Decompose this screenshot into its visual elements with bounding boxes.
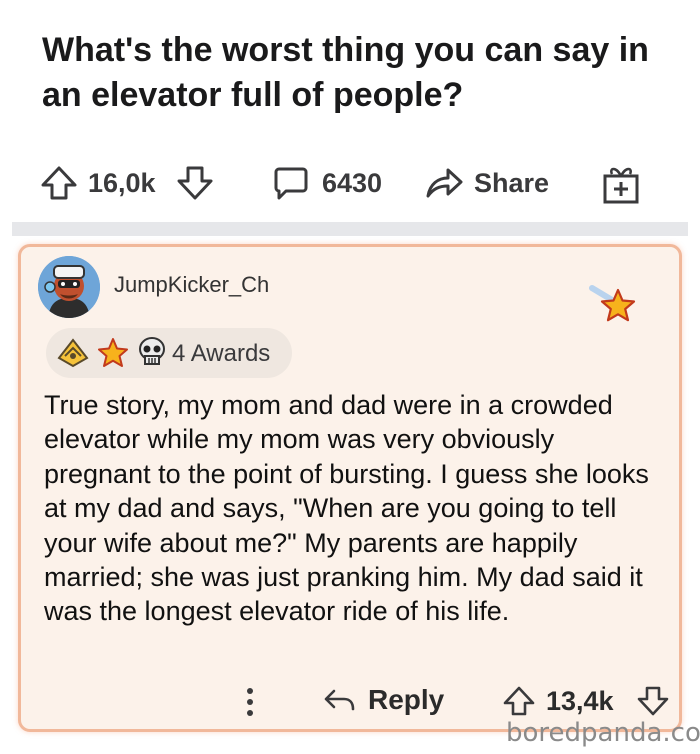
gift-icon xyxy=(603,167,639,204)
upvote-icon xyxy=(503,686,535,716)
upvote-icon xyxy=(41,166,77,200)
more-icon[interactable] xyxy=(244,686,256,718)
post-share-button[interactable]: Share xyxy=(424,164,549,202)
user-avatar[interactable] xyxy=(38,256,100,318)
post-upvote-button[interactable]: 16,0k xyxy=(40,164,156,202)
reply-label: Reply xyxy=(368,684,445,715)
post-title: What's the worst thing you can say in an… xyxy=(42,31,649,114)
comment-vote-count: 13,4k xyxy=(546,685,614,716)
post-award-button[interactable] xyxy=(600,162,642,206)
share-icon xyxy=(426,168,463,198)
awards-count-label: 4 Awards xyxy=(172,340,271,367)
star-award-icon xyxy=(98,338,128,367)
avatar-icon xyxy=(38,256,100,318)
share-label: Share xyxy=(474,167,550,198)
comment-body: True story, my mom and dad were in a cro… xyxy=(44,390,649,627)
comment-icon xyxy=(274,167,308,200)
watermark: boredpanda.com xyxy=(506,718,700,748)
post-action-bar: 16,0k 6430 Share xyxy=(0,160,700,212)
downvote-icon[interactable] xyxy=(636,684,670,718)
section-divider xyxy=(12,222,688,236)
post-downvote-button[interactable] xyxy=(176,164,214,202)
reply-button[interactable]: Reply xyxy=(322,684,444,716)
comment-username[interactable]: JumpKicker_Ch xyxy=(114,272,269,298)
downvote-icon xyxy=(177,166,213,200)
reply-arrow-icon xyxy=(324,689,355,711)
skull-award-icon xyxy=(139,337,165,365)
post-vote-count: 16,0k xyxy=(88,167,156,198)
comment-upvote-button[interactable]: 13,4k xyxy=(502,684,614,718)
star-icon xyxy=(589,285,636,322)
helpful-award-icon xyxy=(57,338,89,368)
post-comment-count: 6430 xyxy=(322,167,383,198)
post-comments-button[interactable]: 6430 xyxy=(272,164,382,202)
